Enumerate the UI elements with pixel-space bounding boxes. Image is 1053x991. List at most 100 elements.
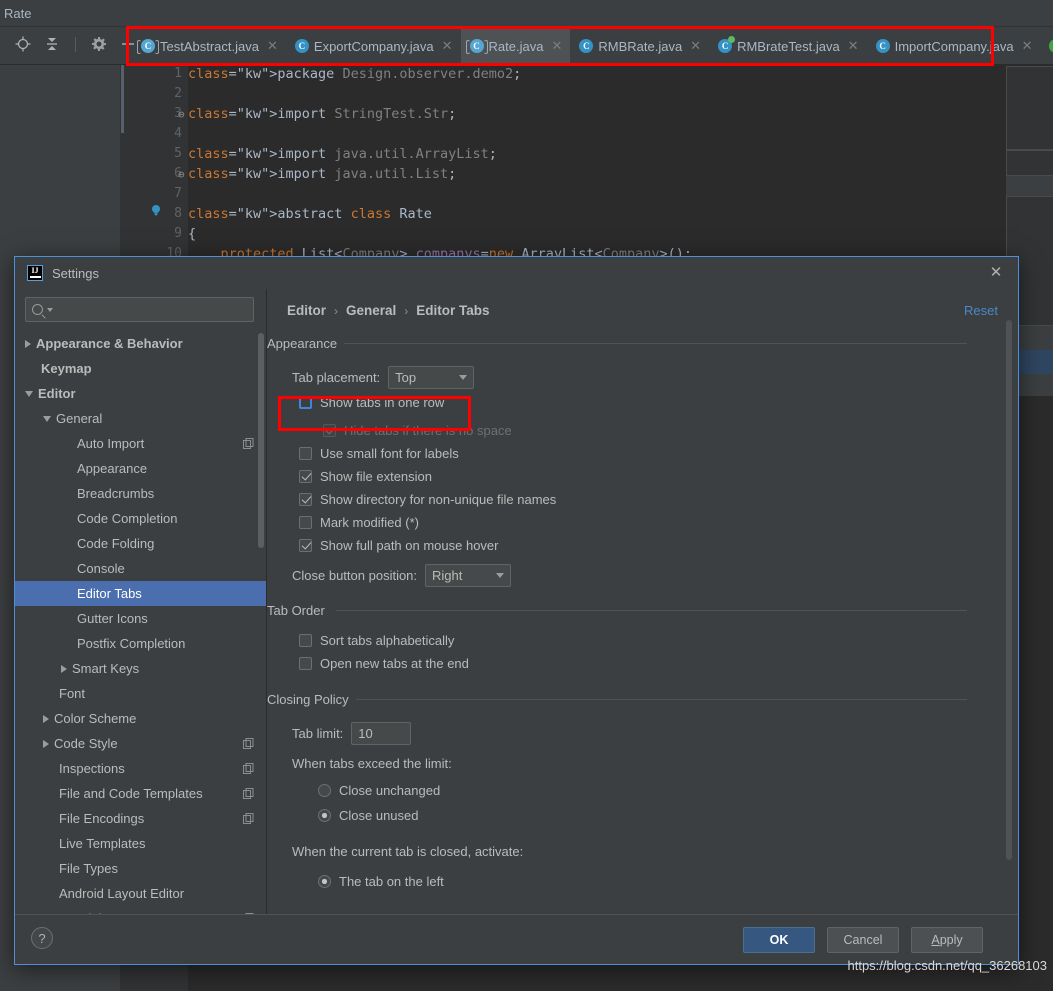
sort-tabs-alphabetically-row[interactable]: Sort tabs alphabetically — [299, 633, 454, 648]
sidebar-item-color-scheme[interactable]: Color Scheme — [15, 706, 266, 731]
tab-close-icon[interactable]: ✕ — [551, 38, 562, 54]
group-title-closing-policy: Closing Policy — [267, 692, 356, 707]
sidebar-item-label: Keymap — [41, 361, 92, 376]
show-tabs-in-one-row-checkbox[interactable] — [299, 396, 312, 409]
sidebar-item-file-encodings[interactable]: File Encodings — [15, 806, 266, 831]
locate-icon[interactable] — [14, 35, 32, 53]
breadcrumb-item-2[interactable]: Editor Tabs — [416, 303, 489, 318]
sidebar-item-code-style[interactable]: Code Style — [15, 731, 266, 756]
sidebar-item-file-types[interactable]: File Types — [15, 856, 266, 881]
tab-close-icon[interactable]: ✕ — [442, 38, 453, 54]
editor-tab-4[interactable]: C RMBrateTest.java ✕ — [709, 27, 867, 65]
sidebar-item-file-and-code-templates[interactable]: File and Code Templates — [15, 781, 266, 806]
sidebar-item-live-templates[interactable]: Live Templates — [15, 831, 266, 856]
close-unchanged-row[interactable]: Close unchanged — [318, 783, 440, 798]
close-icon[interactable]: ✕ — [988, 265, 1004, 281]
mark-modified-checkbox[interactable] — [299, 516, 312, 529]
chevron-down-icon[interactable] — [43, 415, 51, 422]
copy-settings-icon[interactable] — [243, 437, 254, 449]
chevron-right-icon[interactable] — [61, 664, 67, 673]
tab-on-left-radio[interactable] — [318, 875, 331, 888]
breadcrumb-class-name: Rate — [4, 6, 32, 21]
show-file-extension-row[interactable]: Show file extension — [299, 469, 432, 484]
sidebar-item-appearance[interactable]: Appearance — [15, 456, 266, 481]
sidebar-item-general[interactable]: General — [15, 406, 266, 431]
breadcrumb-item-1[interactable]: General — [346, 303, 396, 318]
settings-search-box[interactable] — [25, 297, 254, 322]
sidebar-item-code-completion[interactable]: Code Completion — [15, 506, 266, 531]
breadcrumb-item-0[interactable]: Editor — [287, 303, 326, 318]
editor-tab-1[interactable]: C ExportCompany.java ✕ — [286, 27, 461, 65]
editor-tab-0[interactable]: C TestAbstract.java ✕ — [132, 27, 286, 65]
sidebar-item-inspections[interactable]: Inspections — [15, 756, 266, 781]
help-button[interactable]: ? — [31, 927, 53, 949]
copy-settings-icon[interactable] — [243, 737, 254, 749]
editor-tab-5[interactable]: C ImportCompany.java ✕ — [867, 27, 1041, 65]
sidebar-item-code-folding[interactable]: Code Folding — [15, 531, 266, 556]
sidebar-item-android-layout-editor[interactable]: Android Layout Editor — [15, 881, 266, 906]
main-pane-scrollbar[interactable] — [1006, 320, 1012, 860]
search-input[interactable] — [57, 302, 247, 317]
sidebar-item-copyright[interactable]: Copyright — [15, 906, 266, 914]
show-full-path-checkbox[interactable] — [299, 539, 312, 552]
tab-limit-input[interactable]: 10 — [351, 722, 412, 745]
tab-on-left-row[interactable]: The tab on the left — [318, 874, 444, 889]
override-method-gutter-icon[interactable] — [150, 203, 162, 216]
open-new-tabs-at-end-row[interactable]: Open new tabs at the end — [299, 656, 469, 671]
tab-placement-select[interactable]: Top — [388, 366, 475, 389]
code-fold-icon[interactable]: ⊖ — [178, 168, 185, 181]
sidebar-item-smart-keys[interactable]: Smart Keys — [15, 656, 266, 681]
use-small-font-checkbox[interactable] — [299, 447, 312, 460]
show-file-extension-checkbox[interactable] — [299, 470, 312, 483]
reset-link[interactable]: Reset — [964, 303, 998, 318]
sidebar-item-appearance-behavior[interactable]: Appearance & Behavior — [15, 331, 266, 356]
sidebar-item-auto-import[interactable]: Auto Import — [15, 431, 266, 456]
toolbar-divider — [75, 36, 76, 52]
sidebar-item-font[interactable]: Font — [15, 681, 266, 706]
sidebar-item-gutter-icons[interactable]: Gutter Icons — [15, 606, 266, 631]
close-unused-radio[interactable] — [318, 809, 331, 822]
chevron-down-icon[interactable] — [25, 390, 33, 397]
chevron-right-icon[interactable] — [43, 739, 49, 748]
tab-close-icon[interactable]: ✕ — [267, 38, 278, 54]
tab-close-icon[interactable]: ✕ — [1022, 38, 1033, 54]
settings-tree: Appearance & Behavior Keymap Editor General… — [15, 329, 266, 914]
sort-tabs-alphabetically-checkbox[interactable] — [299, 634, 312, 647]
close-button-position-select[interactable]: Right — [425, 564, 512, 587]
settings-gear-icon[interactable] — [90, 35, 108, 53]
open-new-tabs-at-end-label: Open new tabs at the end — [320, 656, 469, 671]
sidebar-item-label: Inspections — [59, 761, 125, 776]
apply-button[interactable]: Apply — [911, 927, 983, 953]
mark-modified-row[interactable]: Mark modified (*) — [299, 515, 419, 530]
dialog-body: Appearance & Behavior Keymap Editor General… — [15, 289, 1018, 914]
copy-settings-icon[interactable] — [243, 787, 254, 799]
close-unused-row[interactable]: Close unused — [318, 808, 419, 823]
close-unchanged-radio[interactable] — [318, 784, 331, 797]
chevron-down-icon[interactable] — [47, 307, 53, 312]
copy-settings-icon[interactable] — [243, 812, 254, 824]
tab-close-icon[interactable]: ✕ — [690, 38, 701, 54]
cancel-button[interactable]: Cancel — [827, 927, 899, 953]
open-new-tabs-at-end-checkbox[interactable] — [299, 657, 312, 670]
chevron-right-icon[interactable] — [25, 339, 31, 348]
editor-tab-6[interactable]: IPers — [1040, 27, 1053, 65]
show-full-path-row[interactable]: Show full path on mouse hover — [299, 538, 499, 553]
show-directory-row[interactable]: Show directory for non-unique file names — [299, 492, 556, 507]
code-fold-icon[interactable]: ⊖ — [178, 108, 185, 121]
sidebar-item-postfix-completion[interactable]: Postfix Completion — [15, 631, 266, 656]
sidebar-item-breadcrumbs[interactable]: Breadcrumbs — [15, 481, 266, 506]
copy-settings-icon[interactable] — [243, 762, 254, 774]
chevron-right-icon[interactable] — [43, 714, 49, 723]
editor-tab-2[interactable]: C Rate.java ✕ — [460, 27, 571, 65]
tab-close-icon[interactable]: ✕ — [848, 38, 859, 54]
sidebar-item-editor-tabs[interactable]: Editor Tabs — [15, 581, 266, 606]
show-directory-checkbox[interactable] — [299, 493, 312, 506]
collapse-all-icon[interactable] — [43, 35, 61, 53]
ok-button[interactable]: OK — [743, 927, 815, 953]
sidebar-item-keymap[interactable]: Keymap — [15, 356, 266, 381]
sidebar-item-editor[interactable]: Editor — [15, 381, 266, 406]
editor-tab-3[interactable]: C RMBRate.java ✕ — [570, 27, 709, 65]
sidebar-item-console[interactable]: Console — [15, 556, 266, 581]
show-tabs-in-one-row-row[interactable]: Show tabs in one row — [299, 395, 444, 410]
use-small-font-row[interactable]: Use small font for labels — [299, 446, 459, 461]
